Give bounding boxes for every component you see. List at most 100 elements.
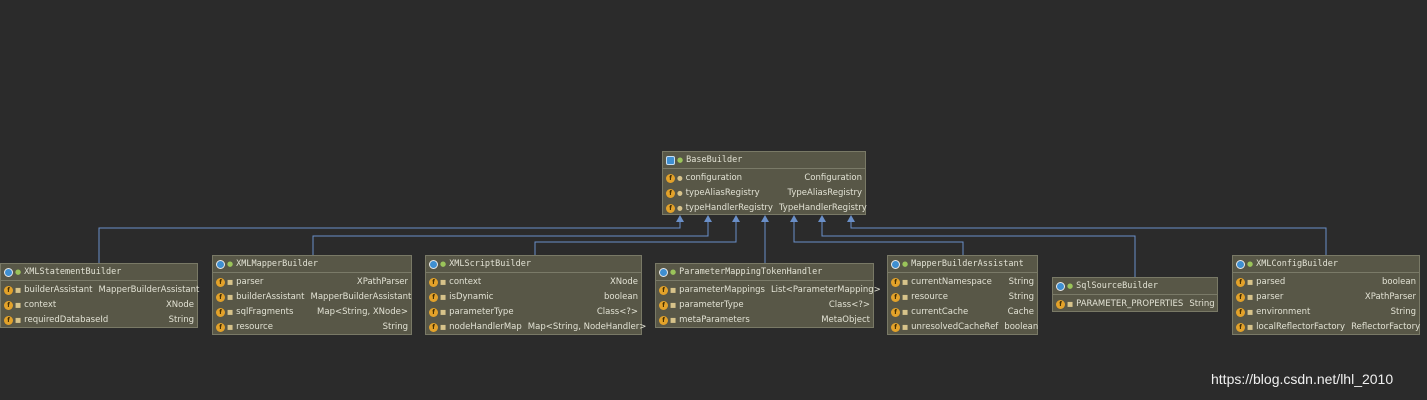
class-box-xml-statement-builder[interactable]: ● XMLStatementBuilder f ■ builderAssistant Ma… bbox=[0, 263, 200, 328]
class-box-xml-script-builder[interactable]: ● XMLScriptBuilder f ■ context XNode f ■ isDynam… bbox=[425, 255, 646, 335]
private-visibility-icon: ■ bbox=[670, 286, 677, 294]
private-visibility-icon: ■ bbox=[440, 293, 447, 301]
private-visibility-icon: ■ bbox=[902, 293, 909, 301]
field-name: typeAliasRegistry bbox=[685, 188, 760, 198]
field-type: MapperBuilderAssistant bbox=[310, 292, 412, 302]
field-name: environment bbox=[1256, 307, 1311, 317]
class-box-xml-config-builder[interactable]: ● XMLConfigBuilder f ■ parsed boolean f ■ parser… bbox=[1232, 255, 1420, 335]
class-box-parameter-mapping-token-handler[interactable]: ● ParameterMappingTokenHandler f ■ parameter… bbox=[655, 263, 881, 328]
private-visibility-icon: ■ bbox=[902, 323, 909, 331]
field-row: f ■ builderAssistant MapperBuilderAssistant bbox=[213, 290, 411, 305]
class-header: ● SqlSourceBuilder bbox=[1053, 278, 1217, 295]
field-row: f ■ metaParameters MetaObject bbox=[656, 313, 873, 328]
field-type: MetaObject bbox=[821, 315, 870, 325]
class-name: XMLScriptBuilder bbox=[449, 259, 531, 269]
field-name: isDynamic bbox=[449, 292, 494, 302]
class-box-xml-mapper-builder[interactable]: ● XMLMapperBuilder f ■ parser XPathParser f ■ bu… bbox=[212, 255, 412, 335]
class-header: ● XMLConfigBuilder bbox=[1233, 256, 1419, 273]
field-name: builderAssistant bbox=[236, 292, 305, 302]
field-type: boolean bbox=[604, 292, 638, 302]
field-type: Class<?> bbox=[828, 300, 870, 310]
field-icon: f bbox=[659, 316, 668, 325]
class-icon bbox=[659, 267, 668, 277]
field-row: f ● configuration Configuration bbox=[663, 171, 865, 186]
field-name: resource bbox=[236, 322, 273, 332]
field-name: unresolvedCacheRef bbox=[911, 322, 999, 332]
private-visibility-icon: ■ bbox=[902, 278, 909, 286]
private-visibility-icon: ■ bbox=[902, 308, 909, 316]
field-icon: f bbox=[666, 174, 675, 183]
public-visibility-icon: ● bbox=[1247, 260, 1254, 268]
field-name: PARAMETER_PROPERTIES bbox=[1076, 299, 1184, 309]
field-row: f ■ requiredDatabaseId String bbox=[1, 313, 197, 328]
field-row: f ■ environment String bbox=[1233, 305, 1419, 320]
field-row: f ■ sqlFragments Map<String, XNode> bbox=[213, 305, 411, 320]
field-icon: f bbox=[216, 293, 225, 302]
field-row: f ■ parameterType Class<?> bbox=[426, 305, 641, 320]
field-icon: f bbox=[891, 293, 900, 302]
class-icon bbox=[216, 259, 225, 269]
field-type: XPathParser bbox=[1364, 292, 1416, 302]
field-row: f ■ builderAssistant MapperBuilderAssistant bbox=[1, 283, 200, 298]
field-type: Class<?> bbox=[596, 307, 638, 317]
field-type: String bbox=[1008, 277, 1034, 287]
class-icon bbox=[429, 259, 438, 269]
field-icon: f bbox=[1236, 308, 1245, 317]
field-type: TypeHandlerRegistry bbox=[778, 203, 867, 213]
field-list: f ■ currentNamespace String f ■ resource String… bbox=[888, 273, 1038, 335]
protected-visibility-icon: ● bbox=[677, 189, 683, 197]
class-name: SqlSourceBuilder bbox=[1076, 281, 1158, 291]
class-header: ● ParameterMappingTokenHandler bbox=[656, 264, 873, 281]
field-row: f ● typeAliasRegistry TypeAliasRegistry bbox=[663, 186, 865, 201]
field-icon: f bbox=[1236, 323, 1245, 332]
field-type: String bbox=[168, 315, 194, 325]
abstract-class-icon bbox=[666, 155, 675, 165]
field-icon: f bbox=[4, 286, 13, 295]
field-name: builderAssistant bbox=[24, 285, 93, 295]
field-row: f ■ parameterMappings List<ParameterMapping… bbox=[656, 283, 881, 298]
field-icon: f bbox=[659, 301, 668, 310]
class-header: ● BaseBuilder bbox=[663, 152, 865, 169]
private-visibility-icon: ■ bbox=[1247, 323, 1254, 331]
class-box-base-builder[interactable]: ● BaseBuilder f ● configuration Configurati… bbox=[662, 151, 867, 216]
field-row: f ■ unresolvedCacheRef boolean bbox=[888, 320, 1038, 335]
field-type: List<ParameterMapping> bbox=[770, 285, 881, 295]
field-name: currentCache bbox=[911, 307, 969, 317]
field-row: f ■ currentCache Cache bbox=[888, 305, 1037, 320]
field-row: f ■ parameterType Class<?> bbox=[656, 298, 873, 313]
field-icon: f bbox=[216, 323, 225, 332]
field-row: f ■ parser XPathParser bbox=[213, 275, 411, 290]
watermark: https://blog.csdn.net/lhl_2010 bbox=[1211, 371, 1394, 387]
private-visibility-icon: ■ bbox=[15, 286, 22, 294]
field-icon: f bbox=[891, 278, 900, 287]
field-name: parameterMappings bbox=[679, 285, 765, 295]
private-visibility-icon: ■ bbox=[1067, 300, 1074, 308]
class-box-mapper-builder-assistant[interactable]: ● MapperBuilderAssistant f ■ currentNamespac… bbox=[887, 255, 1038, 335]
field-list: f ■ parameterMappings List<ParameterMapping… bbox=[656, 281, 881, 328]
class-name: XMLStatementBuilder bbox=[24, 267, 122, 277]
field-list: f ● configuration Configuration f ● typeAliasR… bbox=[663, 169, 867, 216]
field-name: localReflectorFactory bbox=[1256, 322, 1346, 332]
field-icon: f bbox=[429, 293, 438, 302]
class-box-sql-source-builder[interactable]: ● SqlSourceBuilder f ■ PARAMETER_PROPERTIES S… bbox=[1052, 277, 1218, 312]
field-name: context bbox=[449, 277, 482, 287]
field-type: Cache bbox=[1007, 307, 1034, 317]
class-icon bbox=[1236, 259, 1245, 269]
class-icon bbox=[1056, 281, 1065, 291]
field-type: MapperBuilderAssistant bbox=[98, 285, 200, 295]
field-row: f ■ PARAMETER_PROPERTIES String bbox=[1053, 297, 1217, 312]
field-icon: f bbox=[4, 316, 13, 325]
field-name: parsed bbox=[1256, 277, 1286, 287]
field-name: metaParameters bbox=[679, 315, 750, 325]
public-visibility-icon: ● bbox=[902, 260, 909, 268]
field-type: Map<String, NodeHandler> bbox=[527, 322, 647, 332]
field-name: configuration bbox=[685, 173, 743, 183]
field-row: f ■ resource String bbox=[213, 320, 411, 335]
field-name: parser bbox=[236, 277, 264, 287]
class-header: ● MapperBuilderAssistant bbox=[888, 256, 1037, 273]
private-visibility-icon: ■ bbox=[15, 301, 22, 309]
class-name: XMLMapperBuilder bbox=[236, 259, 318, 269]
field-icon: f bbox=[1236, 293, 1245, 302]
field-name: sqlFragments bbox=[236, 307, 294, 317]
field-name: context bbox=[24, 300, 57, 310]
